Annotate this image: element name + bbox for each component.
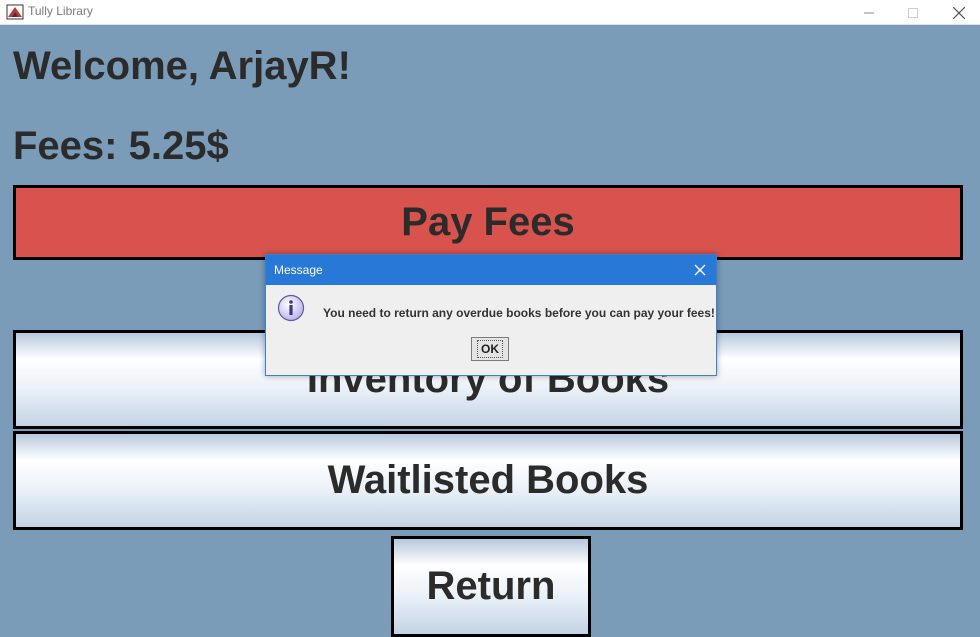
fees-label: Fees: 5.25$ bbox=[13, 124, 229, 168]
info-icon bbox=[277, 294, 305, 322]
return-button[interactable]: Return bbox=[391, 536, 591, 637]
welcome-heading: Welcome, ArjayR! bbox=[13, 44, 351, 88]
minimize-icon bbox=[864, 12, 874, 13]
waitlisted-label: Waitlisted Books bbox=[327, 458, 649, 502]
dialog-close-button[interactable] bbox=[690, 260, 710, 280]
dialog-message: You need to return any overdue books bef… bbox=[323, 306, 715, 320]
ok-label: OK bbox=[477, 340, 503, 358]
return-label: Return bbox=[426, 564, 556, 608]
close-button[interactable] bbox=[936, 0, 980, 25]
message-dialog: Message You need to return any overdue b… bbox=[265, 254, 717, 376]
ok-button[interactable]: OK bbox=[471, 337, 509, 361]
app-icon bbox=[6, 4, 24, 20]
dialog-title: Message bbox=[274, 263, 323, 277]
close-icon bbox=[953, 6, 965, 19]
maximize-button[interactable] bbox=[890, 0, 936, 25]
minimize-button[interactable] bbox=[846, 0, 892, 25]
close-icon bbox=[694, 264, 706, 276]
window-title: Tully Library bbox=[28, 4, 93, 18]
pay-fees-label: Pay Fees bbox=[401, 200, 575, 244]
waitlisted-books-button[interactable]: Waitlisted Books bbox=[13, 431, 963, 530]
maximize-icon bbox=[908, 7, 918, 18]
window-title-bar: Tully Library bbox=[0, 0, 980, 25]
pay-fees-button[interactable]: Pay Fees bbox=[13, 185, 963, 260]
dialog-title-bar: Message bbox=[266, 255, 716, 285]
